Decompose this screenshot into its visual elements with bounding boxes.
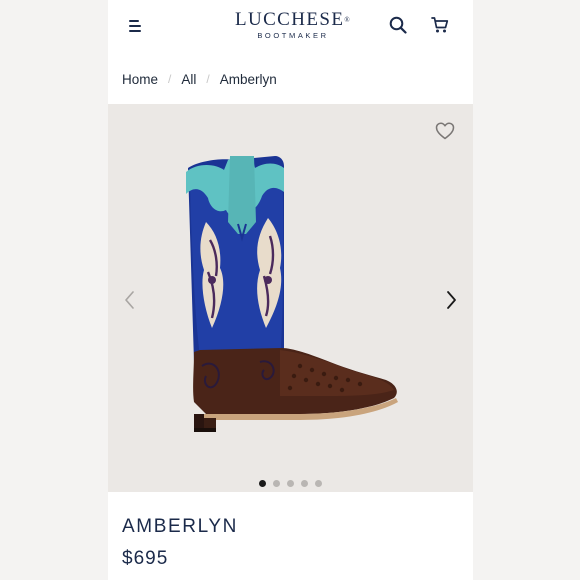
- mobile-page: LUCCHESE® BOOTMAKER Home / All / Amberly…: [108, 0, 473, 580]
- shopping-cart-icon[interactable]: [431, 16, 449, 34]
- pagination-dot[interactable]: [259, 480, 266, 487]
- brand-logo[interactable]: LUCCHESE® BOOTMAKER: [218, 9, 368, 41]
- chevron-left-icon[interactable]: [124, 290, 136, 310]
- brand-tagline: BOOTMAKER: [257, 31, 329, 40]
- search-icon[interactable]: [389, 16, 407, 34]
- breadcrumb-home[interactable]: Home: [122, 72, 158, 87]
- right-backdrop: [473, 0, 580, 580]
- left-backdrop: [0, 0, 108, 580]
- product-price: $695: [122, 548, 169, 569]
- brand-name: LUCCHESE®: [234, 9, 352, 30]
- breadcrumb-all[interactable]: All: [181, 72, 196, 87]
- pagination-dot[interactable]: [273, 480, 280, 487]
- breadcrumb-separator: /: [168, 72, 172, 86]
- product-title: AMBERLYN: [122, 516, 238, 537]
- boot-product-image: [186, 156, 398, 432]
- product-image-gallery[interactable]: [108, 104, 473, 492]
- pagination-dot[interactable]: [301, 480, 308, 487]
- breadcrumb: Home / All / Amberlyn: [122, 70, 277, 88]
- pagination-dot[interactable]: [287, 480, 294, 487]
- breadcrumb-current: Amberlyn: [219, 71, 277, 87]
- heart-icon[interactable]: [435, 122, 455, 140]
- site-header: LUCCHESE® BOOTMAKER: [108, 0, 473, 56]
- hamburger-menu-icon[interactable]: [127, 18, 143, 34]
- chevron-right-icon[interactable]: [445, 290, 457, 310]
- pagination-dot[interactable]: [315, 480, 322, 487]
- breadcrumb-separator: /: [206, 72, 210, 86]
- gallery-pagination: [108, 480, 473, 490]
